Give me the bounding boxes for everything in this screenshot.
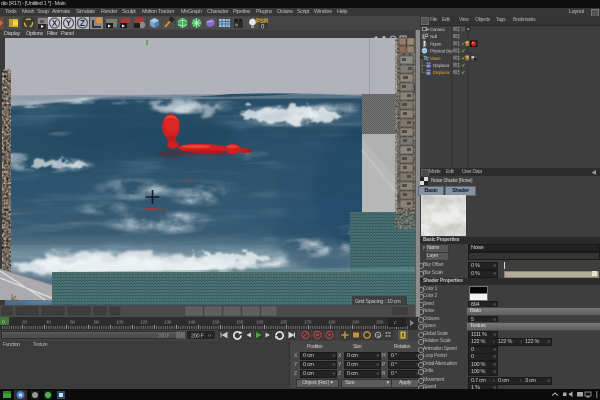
- svg-text:Camera: Camera: [430, 27, 445, 32]
- svg-text:60: 60: [70, 320, 75, 326]
- svg-text:Grid Spacing : 10 cm: Grid Spacing : 10 cm: [355, 299, 401, 305]
- svg-text:165: 165: [280, 320, 288, 326]
- svg-text:P: P: [376, 334, 380, 340]
- svg-text:Z: Z: [80, 19, 85, 28]
- svg-text:150: 150: [212, 320, 220, 326]
- svg-text:200 F: 200 F: [158, 334, 170, 340]
- svg-text:X: X: [52, 19, 58, 28]
- svg-text:Y: Y: [66, 19, 72, 28]
- svg-text:80: 80: [94, 320, 99, 326]
- svg-text:160: 160: [256, 320, 264, 326]
- svg-text:190: 190: [352, 320, 360, 326]
- svg-text:F: F: [394, 321, 397, 327]
- svg-text:170: 170: [304, 320, 312, 326]
- svg-text:130: 130: [164, 320, 172, 326]
- svg-text:200 F: 200 F: [191, 334, 205, 340]
- svg-text:100: 100: [116, 320, 124, 326]
- svg-text:Displacer: Displacer: [433, 63, 450, 68]
- svg-text:20: 20: [22, 320, 27, 326]
- svg-text:Null: Null: [430, 34, 437, 39]
- svg-text:140: 140: [188, 320, 196, 326]
- svg-text:120: 120: [140, 320, 148, 326]
- svg-text:200: 200: [376, 320, 384, 326]
- svg-text:Displacer: Displacer: [433, 70, 450, 75]
- svg-text:Wave: Wave: [430, 56, 441, 61]
- svg-text:155: 155: [236, 320, 244, 326]
- svg-text:180: 180: [328, 320, 336, 326]
- svg-text:Physical Sky: Physical Sky: [430, 49, 453, 54]
- svg-text:‹›: ‹›: [208, 333, 212, 339]
- svg-text:Figure: Figure: [430, 41, 442, 46]
- svg-text:40: 40: [46, 320, 51, 326]
